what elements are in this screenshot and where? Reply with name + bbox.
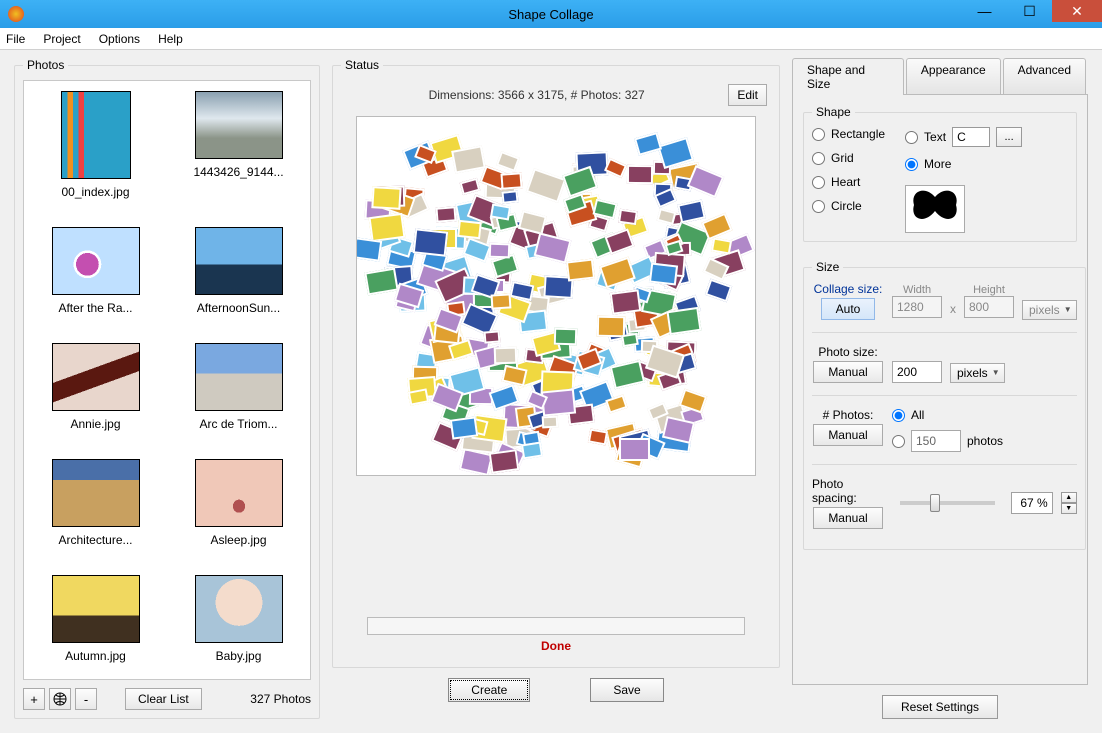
- thumb-caption: AfternoonSun...: [197, 301, 280, 315]
- thumb-image: [195, 575, 283, 643]
- tab-advanced[interactable]: Advanced: [1003, 58, 1086, 95]
- status-text: Done: [341, 639, 771, 653]
- num-photos-label: # Photos:: [823, 408, 874, 422]
- photo-count: 327 Photos: [250, 692, 311, 706]
- thumb-caption: 1443426_9144...: [193, 165, 283, 179]
- shape-text-input[interactable]: [952, 127, 990, 147]
- photo-thumb[interactable]: 1443426_9144...: [184, 91, 294, 199]
- photos-fieldset: Photos 00_index.jpg 1443426_9144... After …: [14, 58, 320, 719]
- thumb-image: [52, 575, 140, 643]
- add-photo-button[interactable]: +: [23, 688, 45, 710]
- minimize-button[interactable]: —: [962, 0, 1007, 22]
- collage-size-label: Collage size:: [814, 282, 883, 296]
- globe-icon: [53, 692, 67, 706]
- thumb-caption: After the Ra...: [58, 301, 132, 315]
- thumb-image: [61, 91, 131, 179]
- chevron-down-icon[interactable]: ▼: [1061, 503, 1077, 514]
- menu-options[interactable]: Options: [99, 32, 140, 46]
- size-fieldset: Size Collage size: Auto Width x Height p…: [803, 260, 1086, 550]
- photo-thumb[interactable]: 00_index.jpg: [41, 91, 151, 199]
- spacing-mode-button[interactable]: Manual: [813, 507, 882, 529]
- shape-text-radio[interactable]: Text: [905, 130, 946, 144]
- shape-circle-radio[interactable]: Circle: [812, 199, 885, 213]
- save-button[interactable]: Save: [590, 678, 663, 702]
- photo-size-label: Photo size:: [818, 345, 877, 359]
- collage-unit-select[interactable]: pixels: [1022, 300, 1077, 320]
- dimensions-text: Dimensions: 3566 x 3175, # Photos: 327: [345, 88, 728, 102]
- photo-thumb[interactable]: Architecture...: [41, 459, 151, 547]
- thumb-caption: Architecture...: [58, 533, 132, 547]
- photo-size-mode-button[interactable]: Manual: [813, 361, 882, 383]
- tabs: Shape and Size Appearance Advanced: [792, 58, 1088, 95]
- thumb-caption: Annie.jpg: [70, 417, 120, 431]
- shape-grid-radio[interactable]: Grid: [812, 151, 885, 165]
- maximize-button[interactable]: ☐: [1007, 0, 1052, 22]
- thumb-image: [195, 227, 283, 295]
- num-photos-all-radio[interactable]: All: [892, 408, 1003, 422]
- shape-preview[interactable]: [905, 185, 965, 233]
- num-photos-mode-button[interactable]: Manual: [813, 424, 882, 446]
- thumb-image: [52, 459, 140, 527]
- photo-thumb[interactable]: After the Ra...: [41, 227, 151, 315]
- spacing-slider[interactable]: [900, 501, 995, 505]
- spacing-input[interactable]: [1011, 492, 1053, 514]
- thumb-image: [52, 227, 140, 295]
- shape-more-radio[interactable]: More: [905, 157, 1022, 171]
- collage-size-mode-button[interactable]: Auto: [821, 298, 876, 320]
- width-input[interactable]: [892, 296, 942, 318]
- tab-shape-and-size[interactable]: Shape and Size: [792, 58, 904, 95]
- shape-rectangle-radio[interactable]: Rectangle: [812, 127, 885, 141]
- shape-legend: Shape: [812, 105, 855, 119]
- progress-bar: [367, 617, 745, 635]
- spacing-spinner[interactable]: ▲▼: [1061, 492, 1077, 514]
- thumb-image: [195, 459, 283, 527]
- shape-text-browse-button[interactable]: ...: [996, 127, 1022, 147]
- photo-thumb[interactable]: Autumn.jpg: [41, 575, 151, 663]
- thumb-caption: Arc de Triom...: [199, 417, 277, 431]
- photo-thumb[interactable]: Annie.jpg: [41, 343, 151, 431]
- thumb-caption: 00_index.jpg: [61, 185, 129, 199]
- photo-thumb[interactable]: AfternoonSun...: [184, 227, 294, 315]
- num-photos-count-radio[interactable]: photos: [892, 430, 1003, 452]
- remove-photo-button[interactable]: -: [75, 688, 97, 710]
- photo-size-input[interactable]: [892, 361, 942, 383]
- status-legend: Status: [341, 58, 383, 72]
- thumb-image: [195, 343, 283, 411]
- height-input[interactable]: [964, 296, 1014, 318]
- status-fieldset: Status Dimensions: 3566 x 3175, # Photos…: [332, 58, 780, 668]
- shape-fieldset: Shape Rectangle Grid Heart Circle Text .…: [803, 105, 1077, 242]
- close-button[interactable]: ✕: [1052, 0, 1102, 22]
- photos-list[interactable]: 00_index.jpg 1443426_9144... After the Ra.…: [23, 80, 311, 680]
- size-legend: Size: [812, 260, 843, 274]
- photo-thumb[interactable]: Asleep.jpg: [184, 459, 294, 547]
- thumb-caption: Autumn.jpg: [65, 649, 126, 663]
- collage-preview: [356, 116, 756, 476]
- add-web-photo-button[interactable]: [49, 688, 71, 710]
- thumb-caption: Baby.jpg: [216, 649, 262, 663]
- photo-unit-select[interactable]: pixels: [950, 363, 1005, 383]
- menubar: File Project Options Help: [0, 28, 1102, 50]
- edit-button[interactable]: Edit: [728, 84, 767, 106]
- thumb-image: [52, 343, 140, 411]
- menu-file[interactable]: File: [6, 32, 25, 46]
- num-photos-input[interactable]: [911, 430, 961, 452]
- window-title: Shape Collage: [0, 7, 1102, 22]
- photo-thumb[interactable]: Arc de Triom...: [184, 343, 294, 431]
- reset-settings-button[interactable]: Reset Settings: [882, 695, 998, 719]
- photos-legend: Photos: [23, 58, 68, 72]
- thumb-caption: Asleep.jpg: [210, 533, 266, 547]
- shape-heart-radio[interactable]: Heart: [812, 175, 885, 189]
- thumb-image: [195, 91, 283, 159]
- chevron-up-icon[interactable]: ▲: [1061, 492, 1077, 503]
- menu-project[interactable]: Project: [43, 32, 80, 46]
- clear-list-button[interactable]: Clear List: [125, 688, 202, 710]
- tab-appearance[interactable]: Appearance: [906, 58, 1001, 95]
- slider-thumb[interactable]: [930, 494, 940, 512]
- menu-help[interactable]: Help: [158, 32, 183, 46]
- spacing-label: Photo spacing:: [812, 477, 884, 505]
- butterfly-icon: [910, 189, 960, 229]
- titlebar: Shape Collage — ☐ ✕: [0, 0, 1102, 28]
- photo-thumb[interactable]: Baby.jpg: [184, 575, 294, 663]
- create-button[interactable]: Create: [448, 678, 530, 702]
